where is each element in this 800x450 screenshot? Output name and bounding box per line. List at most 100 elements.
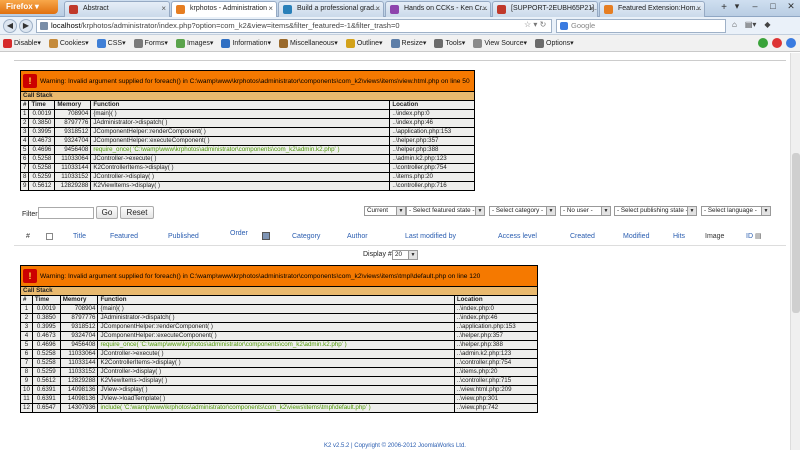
devbar-item[interactable]: Options▾ <box>535 38 574 48</box>
check-icon[interactable] <box>758 38 768 48</box>
devbar-item[interactable]: CSS▾ <box>96 38 126 48</box>
devbar-item[interactable]: Forms▾ <box>133 38 168 48</box>
stack-row: 11 0.6391 14098136 JView->loadTemplate( )..… <box>20 394 539 404</box>
maximize-icon[interactable]: □ <box>764 0 782 14</box>
close-window-icon[interactable]: ✕ <box>782 0 800 14</box>
chevron-down-icon: ▼ <box>601 207 610 215</box>
stack-cell: 0.5258 <box>28 154 56 164</box>
col-category[interactable]: Category <box>292 233 320 240</box>
back-button[interactable]: ◀ <box>3 19 17 33</box>
url-bar[interactable]: localhost/krphotos/administrator/index.p… <box>36 19 552 33</box>
col-last-modified-by[interactable]: Last modified by <box>405 233 456 240</box>
tab-5[interactable]: [SUPPORT-2EUBH65P21]... × <box>492 1 598 17</box>
tab-3[interactable]: Build a professional grad... × <box>278 1 384 17</box>
display-count-select[interactable]: 20 ▼ <box>392 250 418 260</box>
filter-input[interactable] <box>38 207 94 219</box>
addon-icon[interactable]: ◆ <box>764 20 770 29</box>
devbar-item[interactable]: View Source▾ <box>473 38 527 48</box>
tab-favicon-icon <box>69 5 78 14</box>
vertical-scrollbar[interactable] <box>790 53 800 450</box>
tab-4[interactable]: Hands on CCKs - Ken Cr... × <box>385 1 491 17</box>
tab-list-icon[interactable]: ▾ <box>728 0 746 14</box>
devbar-item[interactable]: Miscellaneous▾ <box>278 38 338 48</box>
forward-button[interactable]: ▶ <box>19 19 33 33</box>
select-all-checkbox[interactable] <box>46 233 53 240</box>
bookmark-star-icon[interactable]: ☆ <box>524 20 531 29</box>
stack-cell: 0.3850 <box>28 118 56 128</box>
close-tab-icon[interactable]: × <box>375 2 380 16</box>
devbar-item[interactable]: Tools▾ <box>434 38 465 48</box>
save-order-icon[interactable] <box>262 232 270 240</box>
close-tab-icon[interactable]: × <box>161 2 166 16</box>
search-box[interactable]: Google <box>556 19 726 33</box>
go-button[interactable]: Go <box>96 206 118 219</box>
stack-cell: ..\helper.php:357 <box>389 136 475 146</box>
warning-icon: ! <box>23 74 37 88</box>
col-title[interactable]: Title <box>73 233 86 240</box>
devbar-item-icon <box>390 38 400 48</box>
devbar-item[interactable]: Resize▾ <box>390 38 426 48</box>
devbar-item[interactable]: Outline▾ <box>345 38 383 48</box>
stack-cell: 8 <box>20 367 33 377</box>
devbar-item-label: Disable▾ <box>14 40 41 47</box>
close-tab-icon[interactable]: × <box>482 2 487 16</box>
stack-row: 1 0.0019 708904 {main}( ) ..\index.php:0 <box>19 109 475 119</box>
close-tab-icon[interactable]: × <box>589 2 594 16</box>
filter-select-4[interactable]: - Select publishing state - ▼ <box>614 206 697 216</box>
devbar-item[interactable]: Images▾ <box>175 38 213 48</box>
stack-cell: ..\controller.php:754 <box>389 163 475 173</box>
stack-cell: ..\index.php:0 <box>453 304 539 314</box>
tab-1[interactable]: Abstract × <box>64 1 170 17</box>
filter-select-1[interactable]: - Select featured state - ▼ <box>406 206 485 216</box>
dropdown-icon[interactable]: ▾ <box>533 20 537 29</box>
reload-icon[interactable]: ↻ <box>540 20 547 29</box>
stack-cell: 9318512 <box>54 127 92 137</box>
close-tab-icon[interactable]: × <box>268 2 273 16</box>
filter-select-0[interactable]: Current ▼ <box>364 206 406 216</box>
stack-cell: 708904 <box>59 304 99 314</box>
info-icon[interactable] <box>786 38 796 48</box>
devbar-item-icon <box>434 38 444 48</box>
stack-cell: 0.4673 <box>28 136 56 146</box>
url-host: localhost <box>51 21 81 30</box>
stack-cell: 0.5612 <box>28 181 56 191</box>
reset-button[interactable]: Reset <box>120 206 154 219</box>
scrollbar-thumb[interactable] <box>792 153 800 313</box>
devbar-item[interactable]: Cookies▾ <box>48 38 89 48</box>
stack-cell: ..\helper.php:388 <box>453 340 539 350</box>
stack-cell: K2ControllerItems->display( ) <box>90 163 391 173</box>
tab-6[interactable]: Featured Extension:Hom... × <box>599 1 705 17</box>
stack-cell: 11033152 <box>54 172 92 182</box>
stack-cell: K2ViewItems->display( ) <box>90 181 391 191</box>
filter-select-5[interactable]: - Select language - ▼ <box>701 206 771 216</box>
sort-desc-icon[interactable]: ▤ <box>755 232 762 240</box>
stack-cell: ..\view.html.php:209 <box>453 385 539 395</box>
devbar-item[interactable]: Information▾ <box>221 38 271 48</box>
col-order[interactable]: Order <box>230 230 248 237</box>
devbar-item-label: View Source▾ <box>484 40 527 47</box>
filter-select-3[interactable]: - No user - ▼ <box>560 206 611 216</box>
filter-select-2[interactable]: - Select category - ▼ <box>489 206 556 216</box>
col-modified[interactable]: Modified <box>623 233 649 240</box>
error-icon[interactable] <box>772 38 782 48</box>
tab-label: Featured Extension:Hom... <box>618 5 702 12</box>
home-icon[interactable]: ⌂ <box>732 20 737 29</box>
firefox-menu-button[interactable]: Firefox ▾ <box>0 0 58 14</box>
tab-2[interactable]: krphotos - Administration × <box>171 1 277 17</box>
col-hits[interactable]: Hits <box>673 233 685 240</box>
col-id[interactable]: ID <box>746 233 753 240</box>
bookmarks-menu-icon[interactable]: ▤▾ <box>745 20 757 29</box>
stack-cell: JView->loadTemplate( ) <box>97 394 455 404</box>
stack-row: 3 0.3995 9318512 JComponentHelper::renderCo… <box>19 127 475 137</box>
col-published[interactable]: Published <box>168 233 199 240</box>
col-access-level[interactable]: Access level <box>498 233 537 240</box>
devbar-item[interactable]: Disable▾ <box>3 38 41 48</box>
firefox-menu-label: Firefox <box>6 2 33 11</box>
col-author[interactable]: Author <box>347 233 368 240</box>
col-created[interactable]: Created <box>570 233 595 240</box>
col-featured[interactable]: Featured <box>110 233 138 240</box>
stack-cell: 12829288 <box>59 376 99 386</box>
close-tab-icon[interactable]: × <box>696 2 701 16</box>
minimize-icon[interactable]: – <box>746 0 764 14</box>
stack-cell: 4 <box>20 331 33 341</box>
